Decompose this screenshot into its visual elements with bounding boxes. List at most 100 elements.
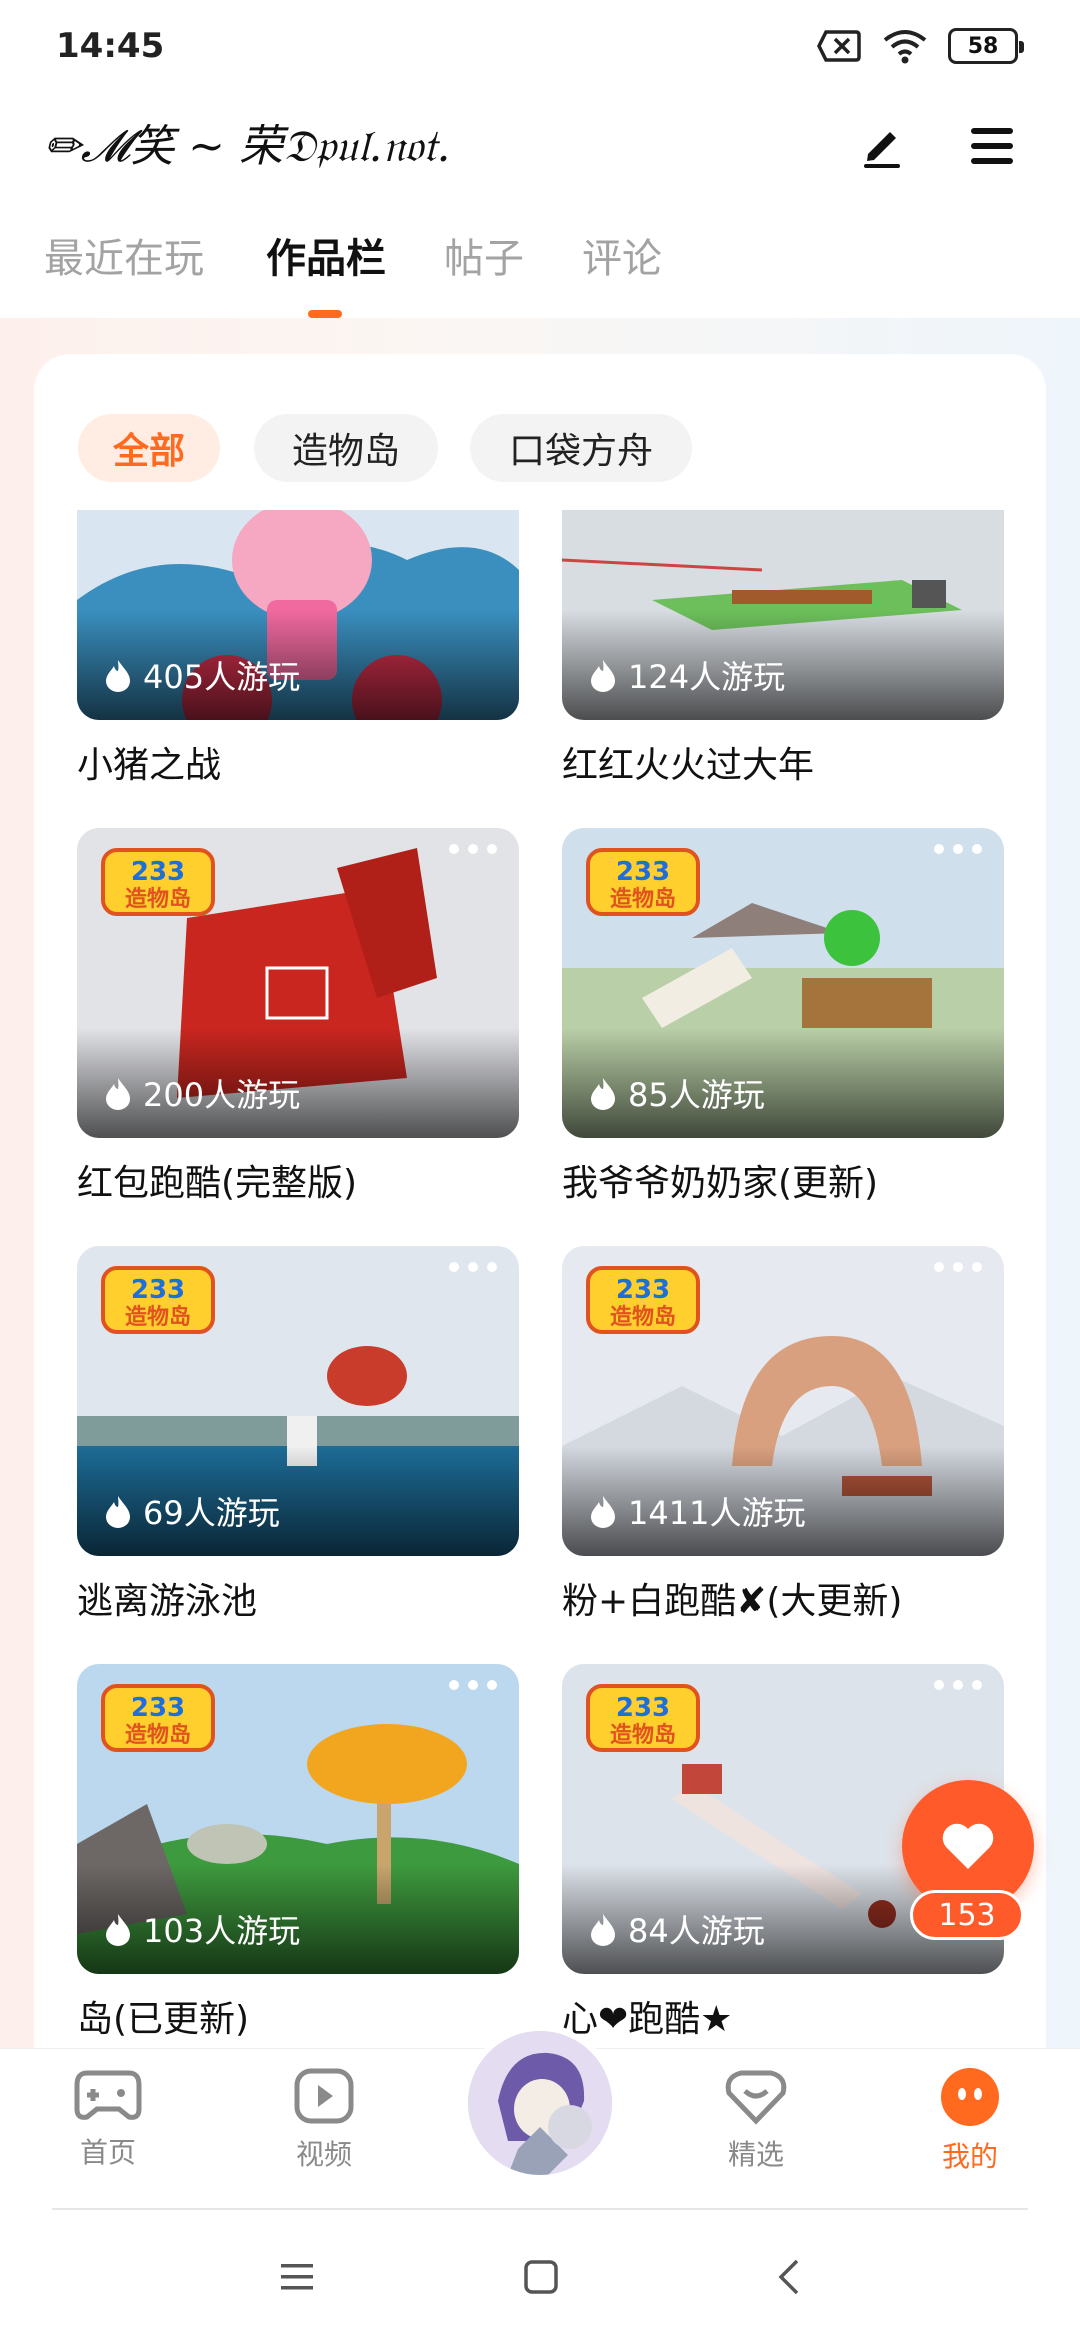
wifi-icon <box>883 30 927 64</box>
nav-featured[interactable]: 精选 <box>686 2067 826 2173</box>
status-icons: 58 <box>816 28 1024 64</box>
home-square-icon <box>524 2260 558 2294</box>
sim-off-icon <box>817 30 861 62</box>
gamepad-icon <box>74 2070 142 2120</box>
svg-text:233: 233 <box>131 857 185 887</box>
work-thumbnail: 405人游玩 <box>77 510 519 720</box>
works-grid: 405人游玩 小猪之战 124人游玩 红红火火过大年 233 造物岛 200人游… <box>34 510 1046 2050</box>
work-thumbnail: 233 造物岛 69人游玩 <box>77 1246 519 1556</box>
work-thumbnail: 233 造物岛 85人游玩 <box>562 828 1004 1138</box>
work-thumbnail: 233 造物岛 103人游玩 <box>77 1664 519 1974</box>
svg-text:造物岛: 造物岛 <box>125 1304 191 1330</box>
svg-text:造物岛: 造物岛 <box>610 886 676 912</box>
work-title: 逃离游泳池 <box>77 1581 258 1622</box>
svg-text:233: 233 <box>131 1275 185 1305</box>
work-title: 岛(已更新) <box>77 1999 250 2040</box>
work-thumbnail: 233 造物岛 1411人游玩 <box>562 1246 1004 1556</box>
heart-gem-icon <box>725 2070 787 2125</box>
more-options-icon[interactable] <box>447 1260 499 1274</box>
work-item[interactable]: 233 造物岛 103人游玩 岛(已更新) <box>77 1664 519 2042</box>
play-count: 69人游玩 <box>103 1488 280 1534</box>
game-badge-icon: 233 造物岛 <box>101 848 215 916</box>
flame-icon <box>591 1914 615 1946</box>
nav-home[interactable]: 首页 <box>38 2067 178 2171</box>
tab-recent[interactable]: 最近在玩 <box>44 226 204 284</box>
filter-all[interactable]: 全部 <box>78 414 220 482</box>
flame-icon <box>106 1078 130 1110</box>
game-badge-icon: 233 造物岛 <box>586 1266 700 1334</box>
username: ✏𝓜笑 ~ 荣𝔇𝔭𝔲𝔩.𝔫𝔬𝔱. <box>44 121 451 172</box>
profile-header: ✏𝓜笑 ~ 荣𝔇𝔭𝔲𝔩.𝔫𝔬𝔱. <box>0 96 1080 246</box>
game-badge-icon: 233 造物岛 <box>101 1684 215 1752</box>
more-options-icon[interactable] <box>932 1260 984 1274</box>
profile-face-icon <box>941 2068 999 2126</box>
nav-video[interactable]: 视频 <box>254 2067 394 2173</box>
pen-icon <box>864 132 900 168</box>
work-item[interactable]: 233 造物岛 69人游玩 逃离游泳池 <box>77 1246 519 1624</box>
home-button[interactable] <box>516 2252 566 2302</box>
work-item[interactable]: 233 造物岛 85人游玩 我爷爷奶奶家(更新) <box>562 828 1004 1206</box>
menu-button[interactable] <box>952 106 1032 186</box>
work-item[interactable]: 405人游玩 小猪之战 <box>77 510 519 788</box>
play-count: 200人游玩 <box>103 1070 300 1116</box>
more-options-icon[interactable] <box>447 842 499 856</box>
status-time: 14:45 <box>56 26 165 66</box>
play-video-icon <box>294 2068 354 2124</box>
play-count: 124人游玩 <box>588 652 785 698</box>
battery-indicator: 58 <box>948 28 1024 64</box>
status-bar: 14:45 58 <box>0 0 1080 96</box>
bottom-navigation: 首页 视频 精选 我的 <box>0 2025 1080 2210</box>
work-item[interactable]: 233 造物岛 1411人游玩 粉+白跑酷✘(大更新) <box>562 1246 1004 1624</box>
more-options-icon[interactable] <box>932 1678 984 1692</box>
svg-text:造物岛: 造物岛 <box>610 1722 676 1748</box>
svg-text:造物岛: 造物岛 <box>610 1304 676 1330</box>
svg-text:造物岛: 造物岛 <box>125 886 191 912</box>
filter-pocket-ark[interactable]: 口袋方舟 <box>470 414 692 482</box>
nav-divider <box>52 2208 1028 2210</box>
work-title: 红红火火过大年 <box>562 745 815 786</box>
work-title: 粉+白跑酷✘(大更新) <box>562 1581 903 1622</box>
svg-text:233: 233 <box>131 1693 185 1723</box>
work-title: 我爷爷奶奶家(更新) <box>562 1163 879 1204</box>
flame-icon <box>591 1078 615 1110</box>
play-count: 84人游玩 <box>588 1906 765 1952</box>
back-button[interactable] <box>764 2252 814 2302</box>
work-item[interactable]: 124人游玩 红红火火过大年 <box>562 510 1004 788</box>
game-badge-icon: 233 造物岛 <box>586 1684 700 1752</box>
tab-posts[interactable]: 帖子 <box>444 226 524 284</box>
game-badge-icon: 233 造物岛 <box>586 848 700 916</box>
tab-comments[interactable]: 评论 <box>582 226 662 284</box>
system-navigation-bar <box>0 2212 1080 2340</box>
work-title: 心❤跑酷★ <box>562 1999 733 2040</box>
work-title: 红包跑酷(完整版) <box>77 1163 358 1204</box>
flame-icon <box>106 660 130 692</box>
recent-apps-button[interactable] <box>272 2252 322 2302</box>
tab-indicator <box>308 310 342 318</box>
tab-works[interactable]: 作品栏 <box>266 226 386 284</box>
play-count: 405人游玩 <box>103 652 300 698</box>
menu-icon <box>971 128 1013 164</box>
like-count: 153 <box>910 1890 1024 1940</box>
play-count: 103人游玩 <box>103 1906 300 1952</box>
more-options-icon[interactable] <box>447 1678 499 1692</box>
flame-icon <box>106 1914 130 1946</box>
avatar[interactable] <box>462 2025 618 2181</box>
work-thumbnail: 233 造物岛 200人游玩 <box>77 828 519 1138</box>
flame-icon <box>591 660 615 692</box>
work-item[interactable]: 233 造物岛 200人游玩 红包跑酷(完整版) <box>77 828 519 1206</box>
nav-me[interactable]: 我的 <box>900 2067 1040 2175</box>
flame-icon <box>591 1496 615 1528</box>
profile-tabs: 最近在玩 作品栏 帖子 评论 <box>0 226 1080 318</box>
flame-icon <box>106 1496 130 1528</box>
play-count: 85人游玩 <box>588 1070 765 1116</box>
svg-text:233: 233 <box>616 1275 670 1305</box>
edit-button[interactable] <box>842 106 922 186</box>
filter-creation-island[interactable]: 造物岛 <box>254 414 438 482</box>
avatar-image <box>468 2031 612 2175</box>
game-badge-icon: 233 造物岛 <box>101 1266 215 1334</box>
play-count: 1411人游玩 <box>588 1488 805 1534</box>
work-title: 小猪之战 <box>77 745 222 786</box>
more-options-icon[interactable] <box>932 842 984 856</box>
heart-icon <box>942 1823 994 1869</box>
work-thumbnail: 124人游玩 <box>562 510 1004 720</box>
